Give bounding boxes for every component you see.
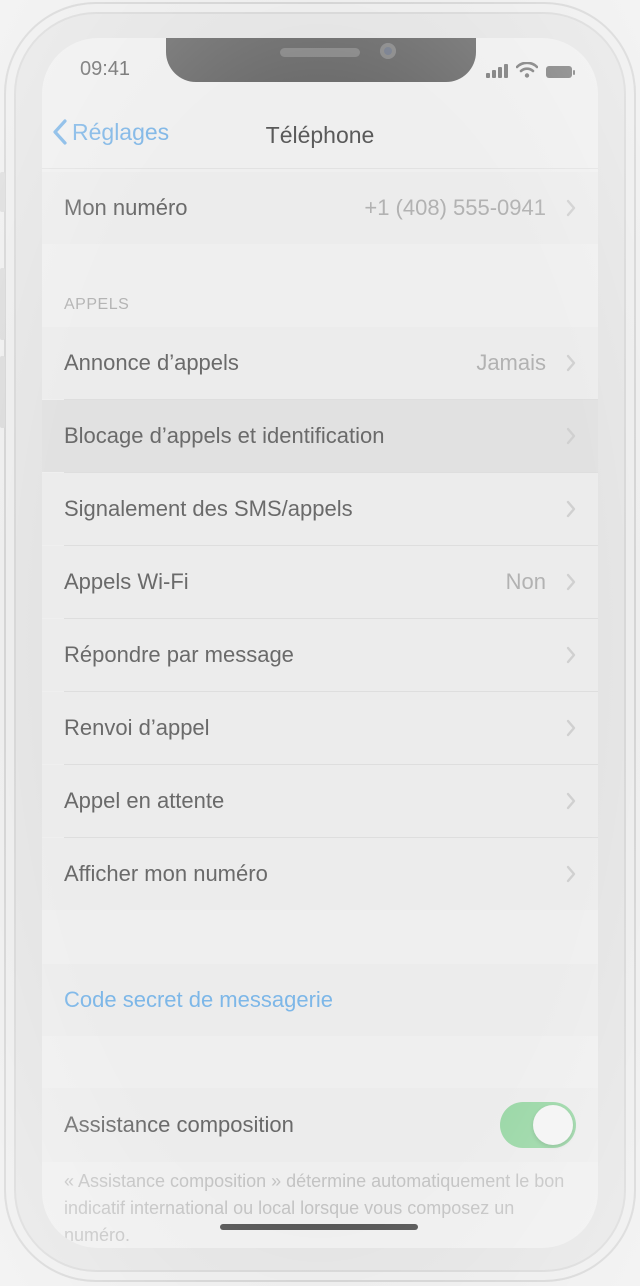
- status-icons: [486, 62, 575, 78]
- dial-assist-footnote: « Assistance composition » détermine aut…: [64, 1171, 565, 1245]
- chevron-right-icon: [566, 354, 576, 372]
- reply-with-message-row[interactable]: Répondre par message: [42, 619, 598, 691]
- status-time: 09:41: [80, 58, 131, 80]
- chevron-right-icon: [566, 719, 576, 737]
- chevron-right-icon: [566, 573, 576, 591]
- row-label: Annonce d’appels: [64, 350, 239, 375]
- my-number-row[interactable]: Mon numéro +1 (408) 555-0941: [42, 172, 598, 244]
- row-label: Blocage d’appels et identification: [64, 423, 385, 448]
- sms-reporting-row[interactable]: Signalement des SMS/appels: [42, 473, 598, 545]
- chevron-right-icon: [566, 427, 576, 445]
- row-label: Mon numéro: [64, 195, 188, 220]
- row-label: Afficher mon numéro: [64, 861, 268, 886]
- wifi-icon: [516, 62, 538, 78]
- volume-up-button: [0, 268, 5, 340]
- call-blocking-row[interactable]: Blocage d’appels et identification: [42, 400, 598, 472]
- chevron-right-icon: [566, 792, 576, 810]
- wifi-calling-row[interactable]: Appels Wi-Fi Non: [42, 546, 598, 618]
- show-my-number-row[interactable]: Afficher mon numéro: [42, 838, 598, 910]
- volume-down-button: [0, 356, 5, 428]
- chevron-right-icon: [566, 199, 576, 217]
- chevron-right-icon: [566, 646, 576, 664]
- row-label: Répondre par message: [64, 642, 294, 667]
- mute-switch: [0, 172, 5, 212]
- row-label: Appel en attente: [64, 788, 225, 813]
- section-header-calls: APPELS: [64, 296, 130, 313]
- row-value: +1 (408) 555-0941: [364, 195, 546, 220]
- home-indicator[interactable]: [220, 1224, 418, 1230]
- chevron-right-icon: [566, 865, 576, 883]
- toggle-knob: [533, 1105, 573, 1145]
- row-value: Non: [505, 569, 546, 594]
- back-label: Réglages: [72, 118, 170, 145]
- row-label: Assistance composition: [64, 1112, 294, 1137]
- battery-icon: [546, 66, 575, 78]
- dial-assist-toggle[interactable]: [500, 1102, 576, 1148]
- chevron-left-icon: [53, 119, 67, 145]
- row-label: Signalement des SMS/appels: [64, 496, 353, 521]
- row-label: Renvoi d’appel: [64, 715, 210, 740]
- row-value: Jamais: [476, 350, 546, 375]
- call-announce-row[interactable]: Annonce d’appels Jamais: [42, 327, 598, 399]
- speaker-grille: [280, 48, 360, 57]
- chevron-right-icon: [566, 500, 576, 518]
- notch: [166, 38, 476, 82]
- call-forwarding-row[interactable]: Renvoi d’appel: [42, 692, 598, 764]
- row-label: Appels Wi-Fi: [64, 569, 189, 594]
- screen: 09:41 Réglages Téléphone Mon numéro +1 (…: [42, 38, 598, 1248]
- voicemail-password-link[interactable]: Code secret de messagerie: [64, 987, 333, 1013]
- voicemail-password-row[interactable]: Code secret de messagerie: [42, 964, 598, 1036]
- navigation-bar: Réglages Téléphone: [42, 112, 598, 169]
- front-camera-icon: [380, 43, 396, 59]
- call-waiting-row[interactable]: Appel en attente: [42, 765, 598, 837]
- back-button[interactable]: Réglages: [52, 118, 169, 146]
- cellular-signal-icon: [486, 64, 508, 78]
- dial-assist-row: Assistance composition: [42, 1088, 598, 1162]
